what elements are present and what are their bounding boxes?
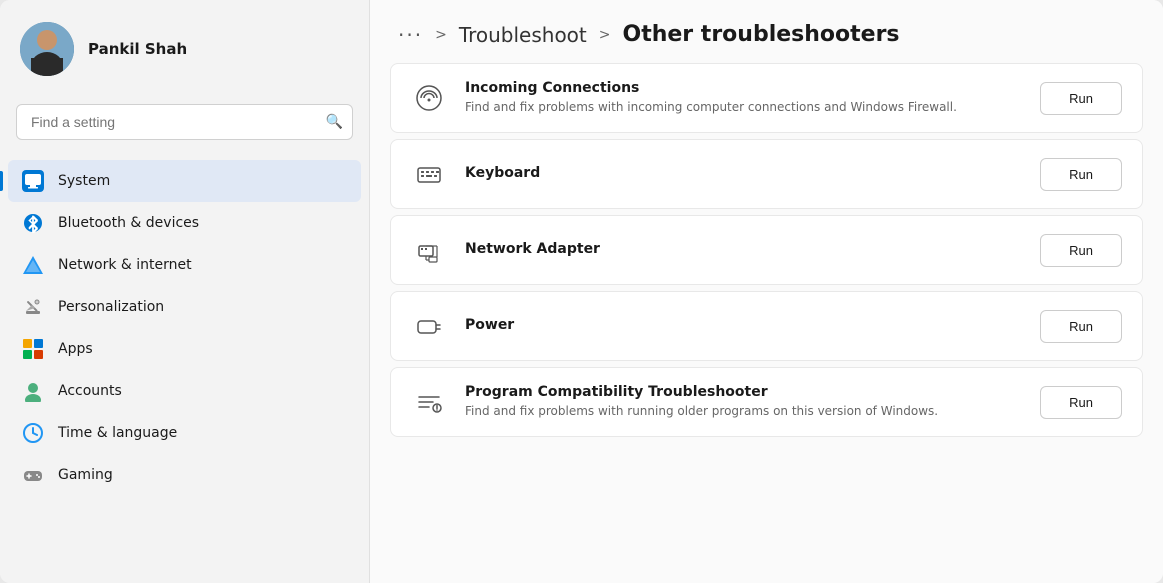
network-adapter-run-button[interactable]: Run — [1040, 234, 1122, 267]
sidebar-item-system[interactable]: System — [8, 160, 361, 202]
breadcrumb-sep1: > — [435, 27, 447, 43]
keyboard-run-button[interactable]: Run — [1040, 158, 1122, 191]
profile-section[interactable]: Pankil Shah — [0, 0, 369, 98]
main-content: ··· > Troubleshoot > Other troubleshoote… — [370, 0, 1163, 583]
breadcrumb-sep2: > — [599, 27, 611, 43]
network-adapter-icon — [411, 232, 447, 268]
program-compatibility-run-button[interactable]: Run — [1040, 386, 1122, 419]
sidebar-item-accounts-label: Accounts — [58, 383, 122, 399]
sidebar-item-personalization-label: Personalization — [58, 299, 164, 315]
incoming-connections-title: Incoming Connections — [465, 80, 1022, 96]
program-compatibility-content: Program Compatibility Troubleshooter Fin… — [465, 384, 1022, 420]
network-icon — [22, 254, 44, 276]
main-header: ··· > Troubleshoot > Other troubleshoote… — [370, 0, 1163, 63]
gaming-icon — [22, 464, 44, 486]
profile-name: Pankil Shah — [88, 40, 187, 58]
sidebar-item-bluetooth[interactable]: Bluetooth & devices — [8, 202, 361, 244]
breadcrumb-current: Other troubleshooters — [623, 22, 900, 47]
time-icon — [22, 422, 44, 444]
sidebar-item-apps[interactable]: Apps — [8, 328, 361, 370]
network-adapter-title: Network Adapter — [465, 241, 1022, 257]
avatar — [20, 22, 74, 76]
sidebar-item-bluetooth-label: Bluetooth & devices — [58, 215, 199, 231]
troubleshooter-network-adapter: Network Adapter Run — [390, 215, 1143, 285]
search-box: 🔍 — [16, 104, 353, 140]
power-title: Power — [465, 317, 1022, 333]
troubleshooter-program-compatibility: Program Compatibility Troubleshooter Fin… — [390, 367, 1143, 437]
power-content: Power — [465, 317, 1022, 336]
search-icon: 🔍 — [326, 114, 343, 130]
incoming-connections-content: Incoming Connections Find and fix proble… — [465, 80, 1022, 116]
sidebar: Pankil Shah 🔍 System — [0, 0, 370, 583]
sidebar-item-gaming-label: Gaming — [58, 467, 113, 483]
program-compatibility-desc: Find and fix problems with running older… — [465, 403, 1022, 420]
sidebar-item-network[interactable]: Network & internet — [8, 244, 361, 286]
bluetooth-icon — [22, 212, 44, 234]
incoming-connections-desc: Find and fix problems with incoming comp… — [465, 99, 1022, 116]
system-icon — [22, 170, 44, 192]
troubleshooters-list: Incoming Connections Find and fix proble… — [370, 63, 1163, 583]
breadcrumb-link[interactable]: Troubleshoot — [459, 23, 587, 47]
accounts-icon — [22, 380, 44, 402]
troubleshooter-incoming-connections: Incoming Connections Find and fix proble… — [390, 63, 1143, 133]
keyboard-content: Keyboard — [465, 165, 1022, 184]
apps-icon — [22, 338, 44, 360]
breadcrumb-dots[interactable]: ··· — [398, 23, 423, 47]
sidebar-item-system-label: System — [58, 173, 110, 189]
sidebar-item-apps-label: Apps — [58, 341, 93, 357]
sidebar-item-personalization[interactable]: Personalization — [8, 286, 361, 328]
settings-window: Pankil Shah 🔍 System — [0, 0, 1163, 583]
incoming-connections-icon — [411, 80, 447, 116]
incoming-connections-run-button[interactable]: Run — [1040, 82, 1122, 115]
keyboard-icon — [411, 156, 447, 192]
keyboard-title: Keyboard — [465, 165, 1022, 181]
sidebar-item-accounts[interactable]: Accounts — [8, 370, 361, 412]
personalization-icon — [22, 296, 44, 318]
power-run-button[interactable]: Run — [1040, 310, 1122, 343]
sidebar-nav: System Bluetooth & devices — [0, 156, 369, 583]
sidebar-item-time[interactable]: Time & language — [8, 412, 361, 454]
program-compatibility-icon — [411, 384, 447, 420]
sidebar-item-network-label: Network & internet — [58, 257, 192, 273]
troubleshooter-power: Power Run — [390, 291, 1143, 361]
troubleshooter-keyboard: Keyboard Run — [390, 139, 1143, 209]
program-compatibility-title: Program Compatibility Troubleshooter — [465, 384, 1022, 400]
sidebar-item-gaming[interactable]: Gaming — [8, 454, 361, 496]
search-input[interactable] — [16, 104, 353, 140]
sidebar-item-time-label: Time & language — [58, 425, 177, 441]
power-icon — [411, 308, 447, 344]
network-adapter-content: Network Adapter — [465, 241, 1022, 260]
